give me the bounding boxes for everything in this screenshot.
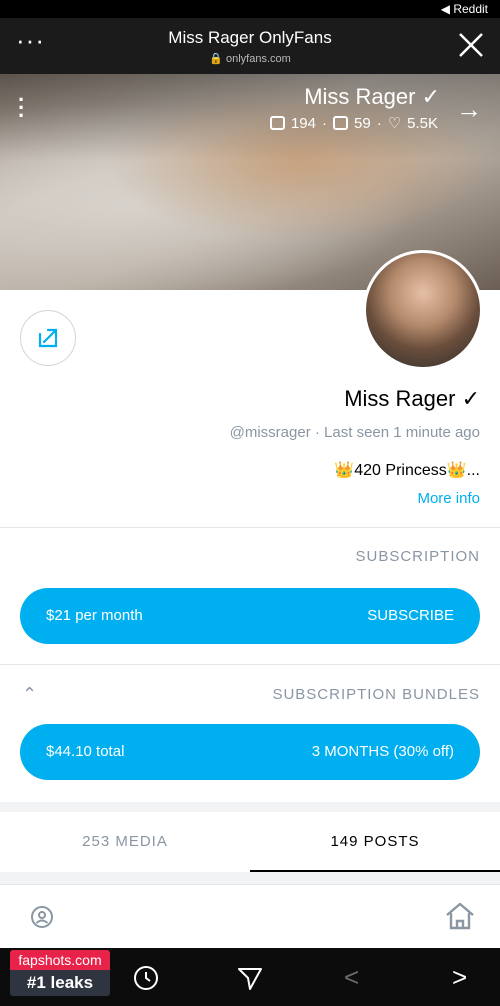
profile-name-text: Miss Rager — [344, 386, 456, 411]
watermark-site: fapshots.com — [10, 950, 110, 970]
page-title: Miss Rager OnlyFans — [168, 28, 332, 47]
subscribe-label: SUBSCRIBE — [367, 607, 454, 624]
tab-posts[interactable]: 149 POSTS — [250, 812, 500, 872]
separator-dot: · — [322, 114, 327, 132]
profile-handle[interactable]: @missrager — [230, 424, 311, 441]
share-icon — [38, 328, 58, 348]
video-icon — [333, 116, 348, 130]
separator-dot: · — [314, 424, 325, 441]
subscription-label: SUBSCRIPTION — [355, 548, 480, 565]
lock-icon: 🔒 — [209, 53, 223, 65]
bundle-button[interactable]: $44.10 total 3 MONTHS (30% off) — [20, 724, 480, 780]
profile-name: Miss Rager ✓ — [344, 386, 480, 412]
cover-stats: 194 · 59 · ♡ 5.5K — [269, 114, 438, 132]
bottom-nav — [0, 884, 500, 948]
browser-header: ··· Miss Rager OnlyFans 🔒 onlyfans.com — [0, 18, 500, 74]
back-arrow-icon[interactable]: → — [456, 94, 482, 125]
verified-icon: ✓ — [461, 386, 480, 411]
profile-bio: 👑420 Princess👑... — [334, 462, 480, 479]
collapse-chevron-icon[interactable]: ⌃ — [22, 684, 37, 705]
back-icon[interactable]: < — [344, 962, 359, 993]
share-button[interactable] — [20, 310, 76, 366]
tab-media[interactable]: 253 MEDIA — [0, 812, 250, 872]
profile-handle-row: @missrager · Last seen 1 minute ago — [230, 424, 480, 441]
back-to-reddit-link[interactable]: ◀ Reddit — [441, 2, 488, 16]
subscribe-button[interactable]: $21 per month SUBSCRIBE — [20, 588, 480, 644]
last-seen: Last seen 1 minute ago — [324, 424, 480, 441]
section-gap — [0, 802, 500, 812]
subscribe-price: $21 per month — [46, 607, 143, 624]
status-bar: ◀ Reddit — [0, 0, 500, 18]
cover-name: Miss Rager ✓ — [304, 84, 440, 110]
home-icon[interactable] — [444, 901, 476, 931]
heart-icon: ♡ — [387, 115, 402, 132]
user-icon[interactable] — [30, 905, 54, 929]
photo-count: 194 — [290, 114, 316, 132]
section-gap — [0, 872, 500, 884]
cover-name-text: Miss Rager — [304, 84, 416, 109]
avatar[interactable] — [363, 250, 483, 370]
watermark: fapshots.com #1 leaks — [10, 950, 110, 996]
bundle-label: 3 MONTHS (30% off) — [311, 743, 454, 760]
close-icon[interactable] — [456, 30, 486, 60]
page-url: 🔒 onlyfans.com — [0, 52, 500, 65]
cover-menu-icon[interactable]: · · · — [18, 89, 25, 127]
content-tabs: 253 MEDIA 149 POSTS — [0, 812, 500, 872]
history-icon[interactable] — [132, 964, 160, 992]
more-info-link[interactable]: More info — [417, 490, 480, 507]
divider — [0, 527, 500, 528]
likes-count: 5.5K — [407, 114, 438, 132]
verified-icon: ✓ — [421, 84, 440, 109]
send-icon[interactable] — [236, 964, 264, 992]
divider — [0, 664, 500, 665]
url-text: onlyfans.com — [225, 53, 291, 65]
photo-icon — [269, 116, 285, 130]
video-count: 59 — [354, 114, 371, 132]
separator-dot: · — [376, 114, 382, 132]
bundle-price: $44.10 total — [46, 743, 125, 760]
forward-icon[interactable]: > — [452, 962, 467, 993]
watermark-tagline: #1 leaks — [10, 970, 110, 996]
bundles-label: SUBSCRIPTION BUNDLES — [272, 686, 480, 703]
